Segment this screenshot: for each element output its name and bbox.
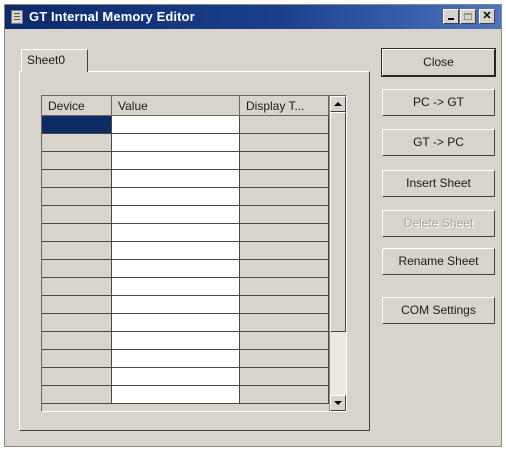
value-cell[interactable] [112,224,240,242]
table-row[interactable] [42,278,329,296]
column-header-display-type[interactable]: Display T... [240,96,329,116]
value-cell[interactable] [112,206,240,224]
device-cell[interactable] [42,314,112,332]
display-type-cell[interactable] [240,134,329,152]
value-cell[interactable] [112,242,240,260]
value-cell[interactable] [112,152,240,170]
column-header-value[interactable]: Value [112,96,240,116]
device-cell[interactable] [42,116,112,134]
value-cell[interactable] [112,296,240,314]
scroll-up-icon[interactable] [330,96,346,112]
device-cell[interactable] [42,260,112,278]
value-cell[interactable] [112,368,240,386]
table-row[interactable] [42,368,329,386]
value-cell[interactable] [112,170,240,188]
table-row[interactable] [42,170,329,188]
close-icon[interactable]: ✕ [479,9,495,24]
table-row[interactable] [42,134,329,152]
display-type-cell[interactable] [240,242,329,260]
display-type-cell[interactable] [240,152,329,170]
value-cell[interactable] [112,350,240,368]
display-type-cell[interactable] [240,296,329,314]
device-cell[interactable] [42,242,112,260]
value-cell[interactable] [112,386,240,404]
app-icon [11,10,23,24]
value-cell[interactable] [112,260,240,278]
device-cell[interactable] [42,296,112,314]
display-type-cell[interactable] [240,368,329,386]
value-cell[interactable] [112,116,240,134]
column-header-device[interactable]: Device [42,96,112,116]
table-row[interactable] [42,296,329,314]
com-settings-button[interactable]: COM Settings [382,297,495,324]
table-row[interactable] [42,260,329,278]
rename-sheet-button[interactable]: Rename Sheet [382,248,495,275]
tab-sheet0[interactable]: Sheet0 [21,49,88,72]
value-cell[interactable] [112,314,240,332]
window-title: GT Internal Memory Editor [29,9,195,24]
insert-sheet-button[interactable]: Insert Sheet [382,170,495,197]
device-cell[interactable] [42,170,112,188]
device-cell[interactable] [42,278,112,296]
value-cell[interactable] [112,278,240,296]
display-type-cell[interactable] [240,350,329,368]
maximize-icon [460,9,476,24]
device-cell[interactable] [42,386,112,404]
display-type-cell[interactable] [240,116,329,134]
gt-to-pc-button[interactable]: GT -> PC [382,129,495,156]
table-row[interactable] [42,116,329,134]
vertical-scrollbar[interactable] [329,96,346,411]
display-type-cell[interactable] [240,260,329,278]
display-type-cell[interactable] [240,332,329,350]
device-cell[interactable] [42,224,112,242]
device-cell[interactable] [42,332,112,350]
close-button[interactable]: Close [381,48,496,77]
table-row[interactable] [42,152,329,170]
title-bar[interactable]: GT Internal Memory Editor ✕ [5,5,501,29]
scroll-thumb[interactable] [330,112,346,332]
table-row[interactable] [42,350,329,368]
table-row[interactable] [42,224,329,242]
value-cell[interactable] [112,134,240,152]
scroll-down-icon[interactable] [330,395,346,411]
device-cell[interactable] [42,206,112,224]
display-type-cell[interactable] [240,314,329,332]
device-cell[interactable] [42,350,112,368]
display-type-cell[interactable] [240,386,329,404]
display-type-cell[interactable] [240,224,329,242]
minimize-icon[interactable] [443,9,459,24]
display-type-cell[interactable] [240,170,329,188]
display-type-cell[interactable] [240,278,329,296]
memory-grid: Device Value Display T... [41,95,347,412]
device-cell[interactable] [42,152,112,170]
grid-rows [42,116,329,404]
display-type-cell[interactable] [240,206,329,224]
table-row[interactable] [42,314,329,332]
pc-to-gt-button[interactable]: PC -> GT [382,89,495,116]
table-row[interactable] [42,332,329,350]
table-row[interactable] [42,242,329,260]
device-cell[interactable] [42,368,112,386]
delete-sheet-button: Delete Sheet [382,210,495,237]
table-row[interactable] [42,206,329,224]
table-row[interactable] [42,386,329,404]
display-type-cell[interactable] [240,188,329,206]
device-cell[interactable] [42,134,112,152]
value-cell[interactable] [112,332,240,350]
value-cell[interactable] [112,188,240,206]
device-cell[interactable] [42,188,112,206]
table-row[interactable] [42,188,329,206]
